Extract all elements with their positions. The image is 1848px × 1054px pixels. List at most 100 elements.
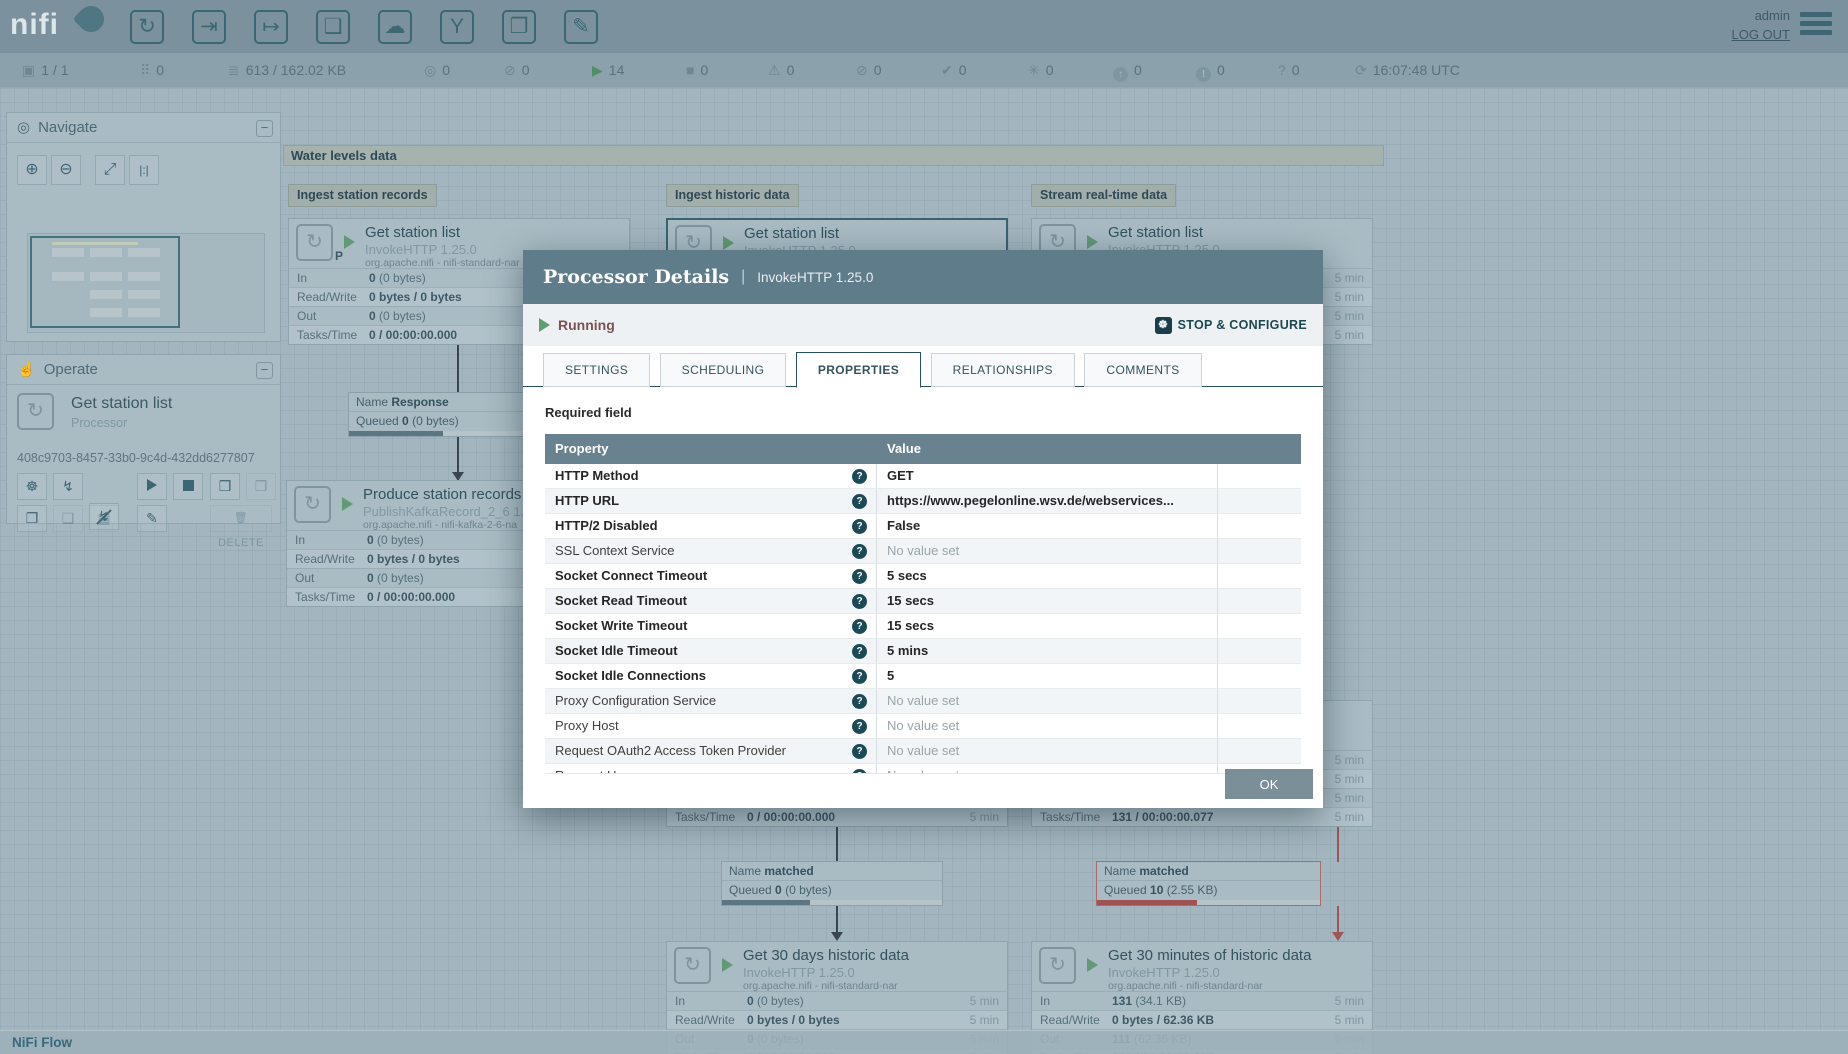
connection-line-alert[interactable] bbox=[1337, 824, 1339, 862]
dialog-header: Processor Details | InvokeHTTP 1.25.0 bbox=[523, 250, 1323, 304]
revert-version-button[interactable]: ❒ bbox=[246, 473, 276, 500]
canvas-label-ingest-station-records[interactable]: Ingest station records bbox=[288, 184, 437, 207]
selection-name: Get station list bbox=[71, 395, 173, 412]
global-menu-icon[interactable] bbox=[1800, 12, 1832, 39]
connection-line-alert[interactable] bbox=[1337, 906, 1339, 934]
stat-row: Read/Write 0 bytes / 0 bytes 5 min bbox=[667, 1010, 1007, 1029]
cluster-icon: ▣ bbox=[22, 62, 36, 78]
delete-button[interactable]: 🗑 DELETE bbox=[210, 505, 272, 549]
help-icon[interactable]: ? bbox=[852, 694, 867, 709]
connection-label-response[interactable]: Name Response Queued 0 (0 bytes) bbox=[348, 392, 530, 437]
selection-id: 408c9703-8457-33b0-9c4d-432dd6277807 bbox=[17, 451, 255, 465]
remote-process-group-icon[interactable]: ☁ bbox=[378, 10, 412, 44]
status-running: ▶ 14 bbox=[592, 62, 625, 78]
tab-comments[interactable]: COMMENTS bbox=[1084, 353, 1202, 387]
question-icon: ? bbox=[1278, 62, 1286, 78]
property-row[interactable]: HTTP URL? https://www.pegelonline.wsv.de/… bbox=[545, 489, 1301, 514]
tab-settings[interactable]: SETTINGS bbox=[543, 353, 651, 387]
property-row[interactable]: Socket Write Timeout? 15 secs bbox=[545, 614, 1301, 639]
property-row[interactable]: Socket Read Timeout? 15 secs bbox=[545, 589, 1301, 614]
start-button[interactable] bbox=[137, 473, 167, 500]
tab-scheduling[interactable]: SCHEDULING bbox=[659, 353, 787, 387]
property-row[interactable]: Proxy Host? No value set bbox=[545, 714, 1301, 739]
processor-title: Get 30 days historic data bbox=[743, 947, 909, 964]
output-port-icon[interactable]: ↦ bbox=[254, 10, 288, 44]
status-queued: ≣ 613 / 162.02 KB bbox=[228, 62, 347, 78]
stopped-icon: ■ bbox=[686, 62, 695, 78]
processor-bundle: org.apache.nifi - nifi-standard-nar bbox=[365, 257, 520, 269]
copy-button[interactable]: ❐ bbox=[17, 505, 47, 532]
ok-button[interactable]: OK bbox=[1225, 769, 1313, 799]
running-icon bbox=[342, 497, 353, 511]
help-icon[interactable]: ? bbox=[852, 594, 867, 609]
commit-version-button[interactable]: ❒ bbox=[210, 473, 240, 500]
property-row[interactable]: Proxy Configuration Service? No value set bbox=[545, 689, 1301, 714]
help-icon[interactable]: ? bbox=[852, 719, 867, 734]
status-remote-transmission: ⠿ 0 bbox=[140, 62, 165, 78]
operate-panel: ☝ Operate − ↻ Get station list Processor … bbox=[6, 354, 281, 549]
logo-text: nifi bbox=[10, 8, 59, 41]
property-row[interactable]: SSL Context Service? No value set bbox=[545, 539, 1301, 564]
property-row[interactable]: Socket Idle Timeout? 5 mins bbox=[545, 639, 1301, 664]
property-row[interactable]: Socket Idle Connections? 5 bbox=[545, 664, 1301, 689]
help-icon[interactable]: ? bbox=[852, 469, 867, 484]
stat-row: In 131 (34.1 KB) 5 min bbox=[1032, 991, 1372, 1010]
processor-title: Produce station records bbox=[363, 486, 522, 503]
group-button[interactable]: ▦ bbox=[89, 505, 119, 532]
breadcrumb[interactable]: NiFi Flow bbox=[12, 1035, 72, 1050]
stop-button[interactable] bbox=[173, 473, 203, 500]
column-property: Property bbox=[555, 441, 609, 456]
paste-button[interactable]: ❑ bbox=[53, 505, 83, 532]
zoom-fit-button[interactable]: ⤢ bbox=[95, 155, 125, 185]
status-secured: ◎ 0 bbox=[424, 62, 451, 78]
zoom-actual-button[interactable]: |:| bbox=[129, 155, 159, 185]
unsecured-icon: ⊘ bbox=[504, 62, 516, 78]
birdseye-minimap[interactable] bbox=[27, 233, 265, 333]
configure-button[interactable]: ☸ bbox=[17, 473, 47, 500]
help-icon[interactable]: ? bbox=[852, 519, 867, 534]
help-icon[interactable]: ? bbox=[852, 644, 867, 659]
input-port-icon[interactable]: ⇥ bbox=[192, 10, 226, 44]
status-sync-failure: ? 0 bbox=[1278, 62, 1300, 78]
tab-properties[interactable]: PROPERTIES bbox=[795, 352, 922, 388]
status-disabled: ⊘ 0 bbox=[856, 62, 882, 78]
processor-bundle: org.apache.nifi - nifi-standard-nar bbox=[743, 980, 898, 992]
canvas-label-water-levels[interactable]: Water levels data bbox=[283, 145, 1384, 166]
stop-and-configure-button[interactable]: ☸ STOP & CONFIGURE bbox=[1154, 316, 1307, 334]
zoom-out-button[interactable]: ⊖ bbox=[51, 155, 81, 185]
connection-line[interactable] bbox=[836, 906, 838, 934]
funnel-icon[interactable]: Y bbox=[440, 10, 474, 44]
logout-link[interactable]: LOG OUT bbox=[1731, 27, 1790, 42]
collapse-operate-button[interactable]: − bbox=[256, 362, 273, 379]
breadcrumb-bar: NiFi Flow bbox=[0, 1030, 1848, 1054]
template-icon[interactable]: ❐ bbox=[502, 10, 536, 44]
connection-label-matched-backpressure[interactable]: Name matched Queued 10 (2.55 KB) bbox=[1096, 861, 1321, 906]
collapse-navigate-button[interactable]: − bbox=[256, 120, 273, 137]
connection-label-matched[interactable]: Name matched Queued 0 (0 bytes) bbox=[721, 861, 943, 906]
dialog-tabs: SETTINGS SCHEDULING PROPERTIES RELATIONS… bbox=[523, 346, 1323, 388]
help-icon[interactable]: ? bbox=[852, 744, 867, 759]
grid-icon: ⠿ bbox=[140, 62, 151, 78]
dialog-title-separator: | bbox=[741, 268, 746, 285]
enable-button[interactable]: ↯ bbox=[53, 473, 83, 500]
label-icon[interactable]: ✎ bbox=[564, 10, 598, 44]
help-icon[interactable]: ? bbox=[852, 619, 867, 634]
help-icon[interactable]: ? bbox=[852, 569, 867, 584]
help-icon[interactable]: ? bbox=[852, 544, 867, 559]
property-row[interactable]: HTTP/2 Disabled? False bbox=[545, 514, 1301, 539]
help-icon[interactable]: ? bbox=[852, 669, 867, 684]
canvas-label-ingest-historic-data[interactable]: Ingest historic data bbox=[666, 184, 799, 207]
zoom-in-button[interactable]: ⊕ bbox=[17, 155, 47, 185]
property-row[interactable]: Socket Connect Timeout? 5 secs bbox=[545, 564, 1301, 589]
color-button[interactable]: ✎ bbox=[137, 505, 167, 532]
tab-relationships[interactable]: RELATIONSHIPS bbox=[930, 353, 1075, 387]
processor-icon: ↻ bbox=[296, 224, 333, 261]
canvas-label-stream-real-time-data[interactable]: Stream real-time data bbox=[1031, 184, 1177, 207]
connection-line[interactable] bbox=[836, 824, 838, 862]
property-row[interactable]: HTTP Method? GET bbox=[545, 464, 1301, 489]
help-icon[interactable]: ? bbox=[852, 494, 867, 509]
processor-icon[interactable]: ↻ bbox=[130, 10, 164, 44]
navigate-title: Navigate bbox=[38, 119, 98, 136]
process-group-icon[interactable]: ❏ bbox=[316, 10, 350, 44]
refresh-icon[interactable]: ⟳ bbox=[1355, 62, 1367, 78]
